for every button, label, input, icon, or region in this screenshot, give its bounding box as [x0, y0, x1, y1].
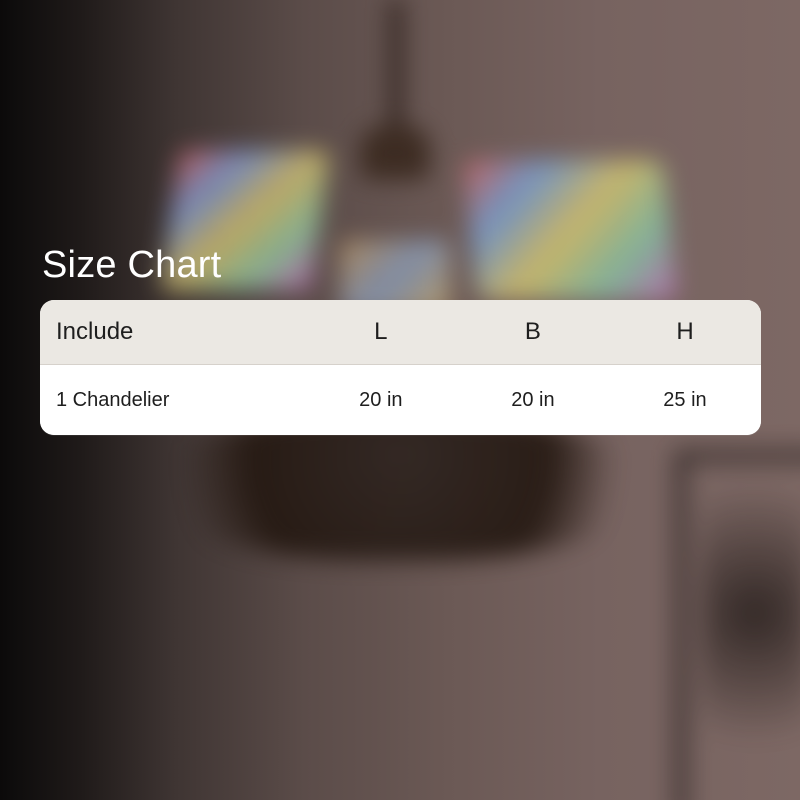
size-chart-table: Include L B H 1 Chandelier 20 in 20 in 2… — [40, 300, 761, 435]
cell-length-value: 20 in — [359, 388, 403, 411]
page-title: Size Chart — [42, 244, 222, 286]
cell-height-value: 25 in — [663, 388, 707, 411]
lamp-shade-right — [462, 160, 678, 300]
header-cell-breadth: B — [524, 318, 541, 345]
header-cell-include: Include — [56, 318, 134, 345]
chandelier-stem — [390, 0, 402, 140]
wall-frame-art — [700, 485, 800, 800]
page-canvas: Size Chart Include L B H 1 Chandelier 20… — [0, 0, 800, 800]
header-cell-height: H — [676, 318, 694, 345]
cell-breadth-value: 20 in — [511, 388, 555, 411]
table-row: 1 Chandelier 20 in 20 in 25 in — [40, 365, 761, 435]
chandelier-hub — [360, 125, 430, 180]
header-cell-length: L — [374, 318, 388, 345]
cell-item-name: 1 Chandelier — [56, 388, 170, 411]
table-header-row: Include L B H — [40, 300, 761, 365]
